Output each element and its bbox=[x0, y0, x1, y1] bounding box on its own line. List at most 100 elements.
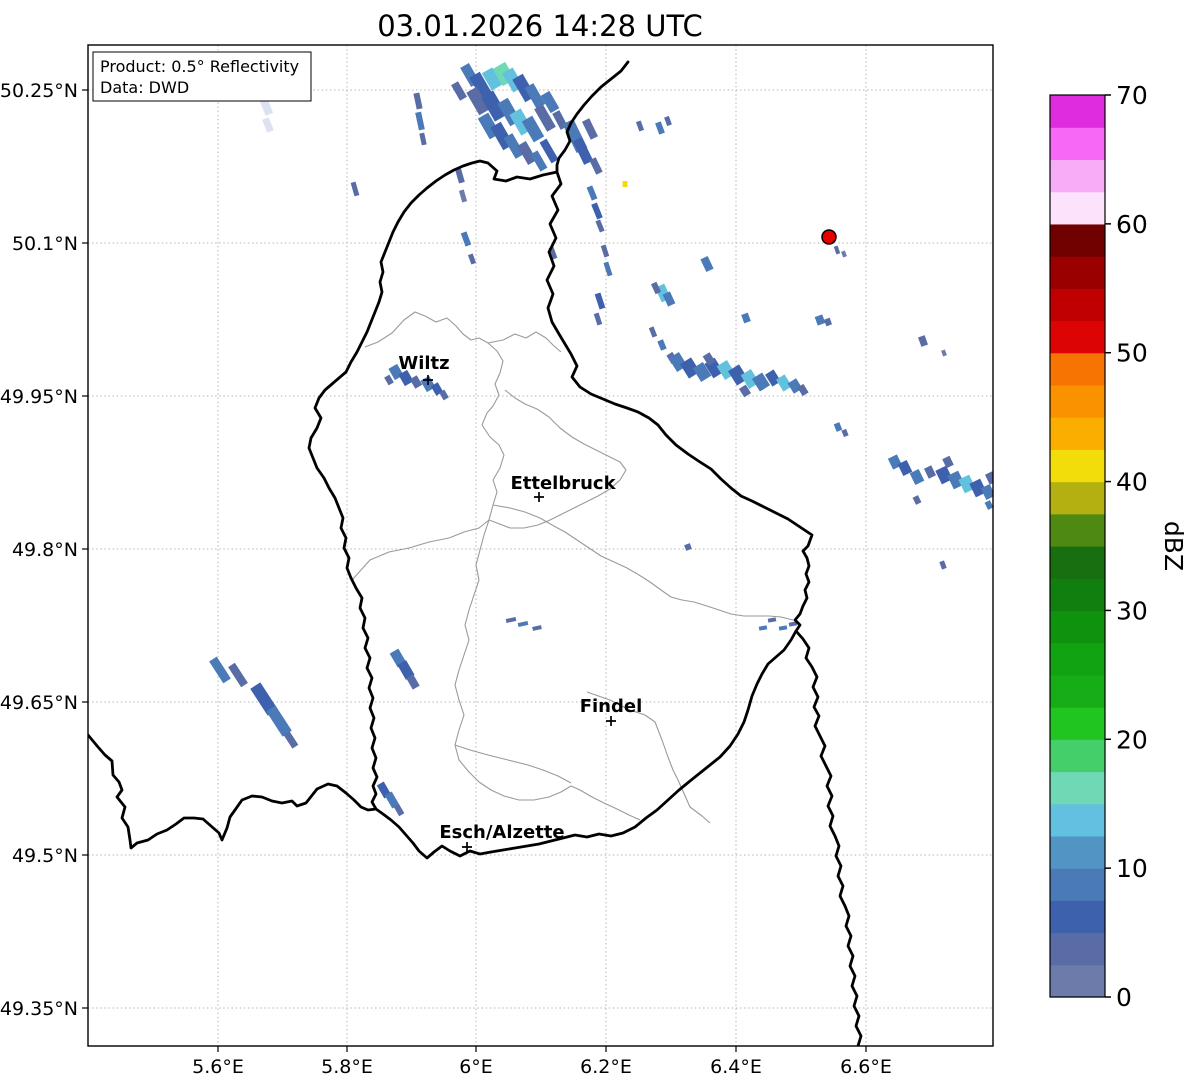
colorbar-segment bbox=[1050, 417, 1105, 450]
radar-echo bbox=[603, 261, 613, 277]
radar-echo bbox=[664, 115, 672, 127]
canton-borders bbox=[351, 311, 794, 824]
radar-echo bbox=[635, 120, 645, 132]
radar-echo bbox=[460, 231, 472, 247]
radar-echo bbox=[589, 157, 603, 175]
colorbar-tick-label: 0 bbox=[1116, 983, 1132, 1012]
colorbar-segment bbox=[1050, 771, 1105, 805]
radar-echo bbox=[283, 731, 299, 749]
radar-echo bbox=[595, 219, 605, 233]
radar-echo bbox=[209, 656, 231, 684]
radar-echo bbox=[594, 292, 606, 310]
radar-echo bbox=[458, 189, 468, 203]
y-tick-label: 49.95°N bbox=[0, 386, 78, 408]
radar-echo bbox=[593, 312, 603, 326]
radar-echo bbox=[778, 625, 788, 631]
radar-echo bbox=[413, 92, 423, 110]
y-tick-label: 49.65°N bbox=[0, 692, 78, 714]
radar-echo bbox=[505, 617, 517, 623]
radar-echo bbox=[517, 621, 529, 627]
colorbar: 70 60 50 40 30 20 10 0 bbox=[1049, 81, 1148, 1012]
colorbar-segment bbox=[1050, 546, 1105, 579]
radar-echo bbox=[622, 181, 628, 187]
colorbar-segment bbox=[1050, 191, 1105, 225]
radar-echo bbox=[532, 625, 542, 631]
radar-echo bbox=[655, 121, 665, 135]
colorbar-segment bbox=[1050, 320, 1105, 354]
radar-echo bbox=[467, 253, 477, 265]
radar-echo bbox=[266, 705, 292, 737]
city-annotations: Wiltz Ettelbruck Findel Esch/Alzette bbox=[398, 353, 642, 852]
radar-echo bbox=[262, 117, 274, 133]
colorbar-segment bbox=[1050, 642, 1105, 676]
y-tick-label: 50.25°N bbox=[0, 80, 78, 102]
colorbar-segment bbox=[1050, 288, 1105, 322]
x-tick-label: 5.6°E bbox=[192, 1056, 244, 1078]
colorbar-segment bbox=[1050, 610, 1105, 644]
radar-echo bbox=[409, 375, 423, 389]
radar-echo bbox=[451, 81, 467, 101]
colorbar-segment bbox=[1050, 384, 1105, 418]
colorbar-tick-label: 50 bbox=[1116, 339, 1148, 368]
grid-layer bbox=[88, 45, 993, 1046]
radar-echo bbox=[939, 560, 947, 570]
x-tick-label: 6.6°E bbox=[840, 1056, 892, 1078]
radar-echo bbox=[582, 118, 598, 140]
colorbar-segment bbox=[1050, 159, 1105, 193]
city-label-ettelbruck: Ettelbruck bbox=[510, 473, 616, 494]
info-product-line: Product: 0.5° Reflectivity bbox=[100, 57, 299, 76]
colorbar-segment bbox=[1050, 513, 1105, 547]
radar-echo bbox=[984, 500, 993, 510]
radar-echo bbox=[923, 465, 937, 479]
radar-echo bbox=[684, 543, 692, 551]
colorbar-segment bbox=[1050, 932, 1105, 966]
radar-echo bbox=[912, 495, 922, 505]
y-tick-label: 50.1°N bbox=[12, 233, 78, 255]
radar-echo bbox=[350, 181, 360, 197]
y-tick-label: 49.35°N bbox=[0, 998, 78, 1020]
radar-echo bbox=[600, 244, 610, 258]
radar-echo bbox=[419, 132, 427, 146]
belgium-france-border bbox=[88, 733, 378, 850]
colorbar-segment bbox=[1050, 352, 1105, 386]
colorbar-segment bbox=[1050, 964, 1105, 998]
canton-border-line bbox=[454, 744, 572, 784]
colorbar-segment bbox=[1050, 674, 1105, 708]
canton-border-line bbox=[351, 519, 490, 581]
belgium-germany-border bbox=[555, 60, 630, 174]
radar-echo bbox=[455, 168, 465, 184]
radar-echo bbox=[591, 202, 603, 220]
radar-echo bbox=[823, 317, 833, 327]
city-label-esch-alzette: Esch/Alzette bbox=[439, 822, 564, 843]
figure-title: 03.01.2026 14:28 UTC bbox=[377, 9, 703, 43]
radar-echo bbox=[942, 455, 954, 469]
product-info-box: Product: 0.5° Reflectivity Data: DWD bbox=[92, 51, 312, 102]
radar-echo bbox=[918, 335, 928, 347]
radar-echo bbox=[657, 339, 667, 351]
x-tick-label: 6.4°E bbox=[710, 1056, 762, 1078]
radar-echo bbox=[941, 349, 947, 357]
colorbar-tick-label: 10 bbox=[1116, 854, 1148, 883]
country-borders bbox=[88, 60, 863, 1046]
radar-echo bbox=[700, 255, 714, 273]
radar-echo bbox=[841, 428, 849, 438]
radar-echo bbox=[648, 326, 658, 338]
colorbar-segment bbox=[1050, 127, 1105, 161]
radar-echo bbox=[814, 314, 826, 326]
colorbar-segment bbox=[1050, 223, 1105, 257]
france-germany-border bbox=[794, 629, 863, 1046]
colorbar-segment bbox=[1050, 449, 1105, 483]
colorbar-segment bbox=[1050, 256, 1105, 289]
colorbar-tick-label: 30 bbox=[1116, 596, 1148, 625]
radar-echo bbox=[833, 245, 841, 255]
y-tick-label: 49.8°N bbox=[12, 539, 78, 561]
colorbar-segment bbox=[1050, 707, 1105, 740]
x-tick-label: 5.8°E bbox=[321, 1056, 373, 1078]
y-tick-label: 49.5°N bbox=[12, 845, 78, 867]
radar-echo bbox=[841, 250, 847, 258]
radar-echo bbox=[228, 662, 248, 688]
colorbar-segment bbox=[1050, 803, 1105, 837]
city-label-findel: Findel bbox=[580, 696, 643, 717]
canton-border-line bbox=[487, 331, 562, 353]
colorbar-unit-label: dBZ bbox=[1159, 521, 1184, 571]
